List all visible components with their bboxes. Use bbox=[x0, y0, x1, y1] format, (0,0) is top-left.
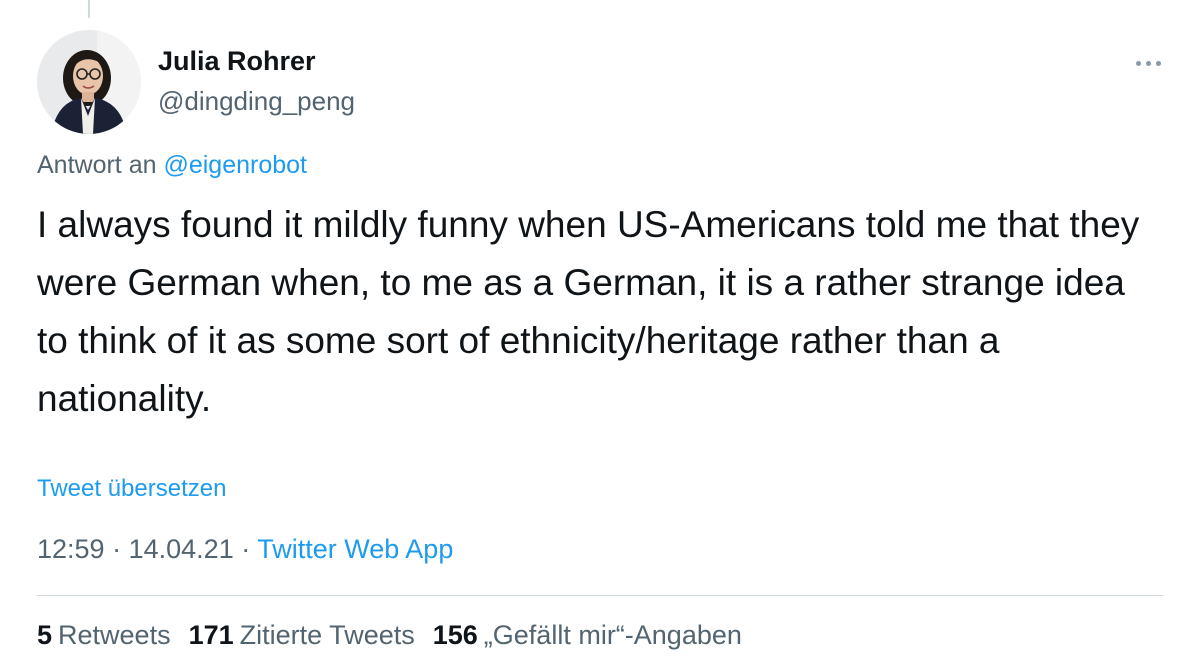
avatar-image bbox=[37, 30, 141, 134]
quotes-stat[interactable]: 171 Zitierte Tweets bbox=[189, 620, 415, 651]
more-dot bbox=[1155, 60, 1161, 66]
retweets-label: Retweets bbox=[58, 620, 171, 650]
tweet-text: I always found it mildly funny when US-A… bbox=[37, 204, 1140, 419]
reply-mention-link[interactable]: @eigenrobot bbox=[163, 151, 307, 179]
likes-label: „Gefällt mir“-Angaben bbox=[483, 620, 742, 650]
more-dot bbox=[1135, 60, 1141, 66]
likes-stat[interactable]: 156 „Gefällt mir“-Angaben bbox=[433, 620, 742, 651]
tweet-client-link[interactable]: Twitter Web App bbox=[257, 534, 453, 564]
likes-count: 156 bbox=[432, 620, 478, 650]
divider bbox=[37, 595, 1163, 596]
quotes-label: Zitierte Tweets bbox=[239, 620, 415, 650]
quotes-count: 171 bbox=[188, 620, 234, 650]
retweets-stat[interactable]: 5 Retweets bbox=[37, 620, 171, 651]
translate-tweet-link[interactable]: Tweet übersetzen bbox=[37, 475, 226, 503]
user-display-name[interactable]: Julia Rohrer bbox=[158, 46, 316, 77]
tweet-stats: 5 Retweets 171 Zitierte Tweets 156 „Gefällt… bbox=[37, 620, 742, 651]
reply-prefix: Antwort an bbox=[37, 151, 157, 179]
meta-separator: · bbox=[112, 534, 122, 564]
avatar[interactable] bbox=[37, 30, 141, 134]
tweet-date[interactable]: 14.04.21 bbox=[129, 534, 234, 564]
tweet-time[interactable]: 12:59 bbox=[37, 534, 105, 564]
more-dot bbox=[1145, 60, 1151, 66]
user-handle[interactable]: @dingding_peng bbox=[158, 86, 355, 117]
tweet-metadata: 12:59 · 14.04.21 · Twitter Web App bbox=[37, 534, 453, 565]
meta-separator: · bbox=[241, 534, 251, 564]
reply-context: Antwort an @eigenrobot bbox=[37, 151, 307, 180]
more-horizontal-icon[interactable] bbox=[1128, 52, 1168, 74]
thread-connector-line bbox=[88, 0, 90, 18]
retweets-count: 5 bbox=[37, 620, 53, 650]
